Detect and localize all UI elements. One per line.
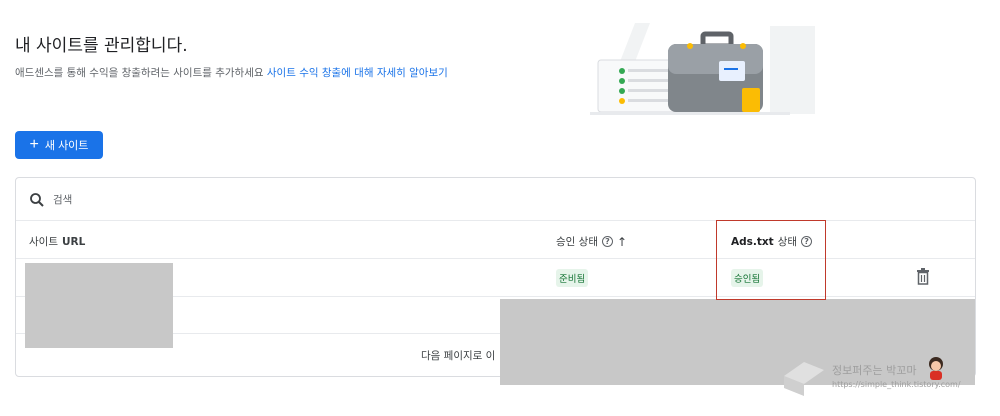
- sort-arrow-up-icon[interactable]: ↑: [617, 235, 627, 249]
- column-site-url-prefix: 사이트: [29, 236, 58, 248]
- watermark-name: 정보퍼주는 박꼬마: [832, 364, 917, 377]
- column-approval-label: 승인 상태: [556, 236, 598, 248]
- new-site-button[interactable]: + 새 사이트: [15, 131, 103, 159]
- highlight-annotation: [716, 220, 826, 300]
- approval-status-badge: 준비됨: [556, 269, 589, 287]
- page-title: 내 사이트를 관리합니다.: [15, 36, 188, 56]
- new-site-label: 새 사이트: [44, 140, 89, 152]
- table-header: 사이트 URL 승인 상태 ? ↑ Ads.txt 상태 ?: [16, 221, 975, 259]
- redacted-site-url: [25, 263, 173, 348]
- watermark-logo-icon: [784, 362, 824, 396]
- subtitle-text: 애드센스를 통해 수익을 창출하려는 사이트를 추가하세요: [15, 67, 264, 79]
- search-bar: [16, 178, 975, 221]
- blog-watermark: 정보퍼주는 박꼬마 https://simple_think.tistory.c…: [780, 350, 980, 400]
- search-input[interactable]: [53, 191, 353, 209]
- column-approval-status[interactable]: 승인 상태 ? ↑: [556, 234, 627, 249]
- column-site-url-suffix: URL: [61, 235, 86, 248]
- plus-icon: +: [29, 136, 39, 153]
- column-site-url[interactable]: 사이트 URL: [29, 234, 85, 249]
- watermark-url: https://simple_think.tistory.com/: [832, 380, 961, 389]
- delete-icon[interactable]: [916, 268, 930, 285]
- sites-illustration: [590, 23, 815, 115]
- search-icon: [30, 193, 44, 207]
- learn-more-link[interactable]: 사이트 수익 창출에 대해 자세히 알아보기: [267, 67, 448, 79]
- next-page-link[interactable]: 다음 페이지로 이: [421, 348, 495, 363]
- page-subtitle: 애드센스를 통해 수익을 창출하려는 사이트를 추가하세요 사이트 수익 창출에…: [15, 65, 448, 80]
- help-icon[interactable]: ?: [601, 236, 613, 247]
- watermark-avatar-icon: [929, 357, 943, 380]
